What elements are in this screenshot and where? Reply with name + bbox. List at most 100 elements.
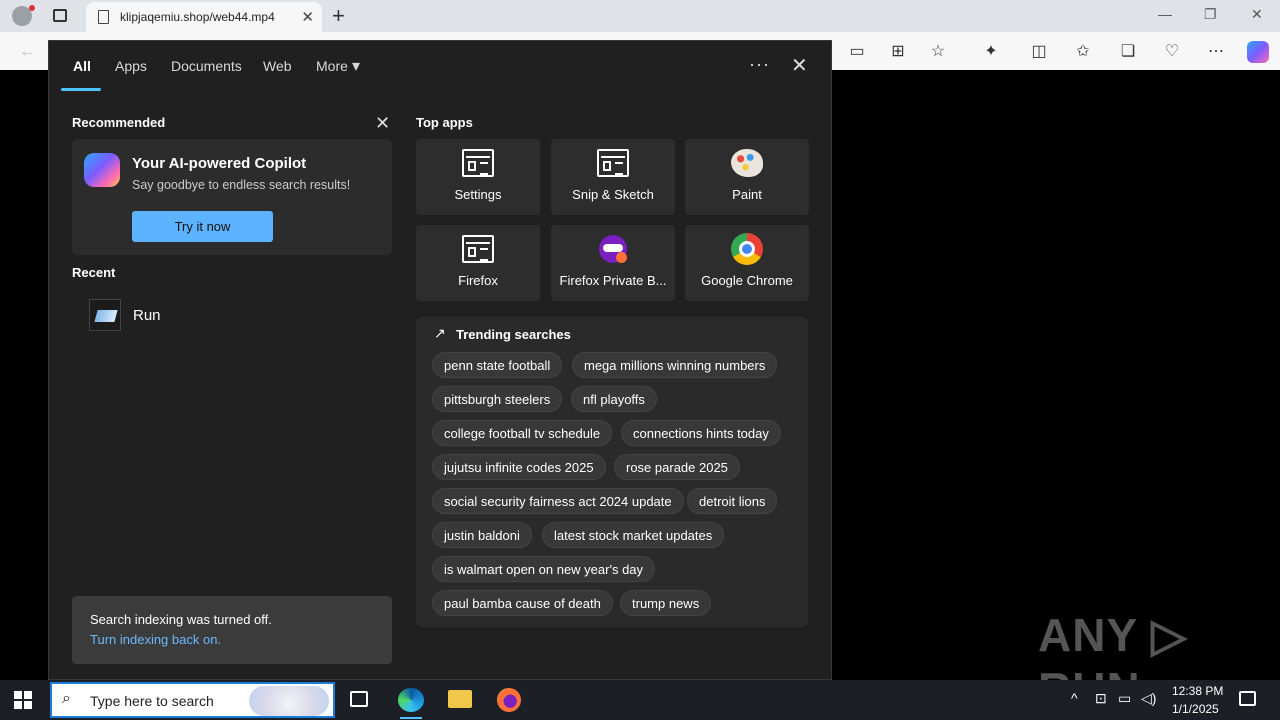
trending-chip[interactable]: pittsburgh steelers	[432, 386, 563, 412]
edge-active-indicator	[400, 717, 422, 719]
paint-palette-icon	[731, 149, 763, 177]
more-options-icon[interactable]: ···	[749, 54, 770, 75]
copilot-card-title: Your AI-powered Copilot	[132, 155, 307, 172]
trending-chip[interactable]: latest stock market updates	[542, 522, 725, 548]
copilot-logo-icon	[84, 153, 120, 187]
recent-item-run[interactable]: Run	[133, 307, 161, 324]
favorites-icon[interactable]: ✩	[1072, 41, 1094, 63]
task-view-icon[interactable]	[350, 691, 368, 707]
snip-sketch-icon	[597, 149, 629, 177]
filter-apps[interactable]: Apps	[115, 58, 147, 74]
restore-icon[interactable]: ❐	[1204, 6, 1217, 23]
tab-close-icon[interactable]: ✕	[301, 8, 314, 26]
trending-chip[interactable]: college football tv schedule	[432, 420, 613, 446]
start-button[interactable]	[14, 691, 32, 709]
clock-time[interactable]: 12:38 PM	[1172, 684, 1223, 698]
trending-chip[interactable]: detroit lions	[687, 488, 778, 514]
app-tile-snip-sketch[interactable]: Snip & Sketch	[551, 139, 675, 215]
search-icon: ⌕	[62, 690, 71, 707]
collections-icon[interactable]: ❏	[1117, 41, 1139, 63]
clock-date[interactable]: 1/1/2025	[1172, 702, 1219, 716]
recent-heading: Recent	[72, 265, 116, 280]
file-explorer-icon[interactable]	[448, 690, 472, 708]
turn-indexing-on-link[interactable]: Turn indexing back on.	[90, 632, 221, 647]
trending-chip[interactable]: paul bamba cause of death	[432, 590, 613, 616]
tab-actions-icon[interactable]	[53, 9, 67, 22]
copilot-icon[interactable]	[1247, 41, 1269, 63]
filter-more[interactable]: More	[316, 58, 348, 74]
chrome-icon	[731, 233, 763, 265]
indexing-message: Search indexing was turned off.	[90, 612, 272, 627]
indexing-notice: Search indexing was turned off. Turn ind…	[72, 596, 392, 664]
trending-chip[interactable]: mega millions winning numbers	[572, 352, 778, 378]
app-label: Firefox	[458, 273, 498, 288]
browser-tab-bar: klipjaqemiu.shop/web44.mp4 ✕ + — ❐ ✕	[0, 0, 1280, 32]
app-label: Settings	[454, 187, 502, 202]
device-icon[interactable]: ⊡	[1095, 690, 1107, 707]
search-highlight-image	[249, 686, 329, 716]
app-label: Paint	[732, 187, 762, 202]
app-tile-google-chrome[interactable]: Google Chrome	[685, 225, 809, 301]
app-tile-paint[interactable]: Paint	[685, 139, 809, 215]
immersive-reader-icon[interactable]: ▭	[846, 41, 868, 63]
back-icon[interactable]: ←	[16, 41, 38, 63]
minimize-icon[interactable]: —	[1158, 6, 1172, 22]
close-icon[interactable]: ✕	[791, 53, 808, 78]
taskbar: ⌕ Type here to search ^ ⊡ ▭ ◁) 12:38 PM …	[0, 680, 1280, 720]
app-label: Google Chrome	[701, 273, 793, 288]
chevron-down-icon[interactable]: ▾	[352, 56, 360, 76]
trending-arrow-icon: ↗	[434, 325, 446, 341]
app-tile-settings[interactable]: Settings	[416, 139, 540, 215]
settings-icon	[462, 149, 494, 177]
show-hidden-icons-icon[interactable]: ^	[1071, 690, 1078, 706]
app-tile-firefox[interactable]: Firefox	[416, 225, 540, 301]
extensions-icon[interactable]: ✦	[980, 41, 1002, 63]
trending-searches-box: ↗ Trending searches penn state football …	[416, 317, 808, 627]
profile-notification-dot-icon	[29, 5, 35, 11]
firefox-private-icon	[599, 235, 627, 263]
app-label: Snip & Sketch	[572, 187, 654, 202]
app-available-icon[interactable]: ⊞	[887, 41, 909, 63]
recommended-heading: Recommended	[72, 115, 166, 130]
app-tile-firefox-private[interactable]: Firefox Private B...	[551, 225, 675, 301]
trending-chip[interactable]: penn state football	[432, 352, 563, 378]
filter-web[interactable]: Web	[263, 58, 292, 74]
edge-icon[interactable]	[398, 688, 424, 712]
trending-chip[interactable]: social security fairness act 2024 update	[432, 488, 684, 514]
trending-chip[interactable]: is walmart open on new year's day	[432, 556, 656, 582]
browser-essentials-icon[interactable]: ♡	[1161, 41, 1183, 63]
settings-more-icon[interactable]: ⋯	[1205, 41, 1227, 63]
browser-tab[interactable]: klipjaqemiu.shop/web44.mp4 ✕	[86, 2, 322, 32]
split-screen-icon[interactable]: ◫	[1028, 41, 1050, 63]
window-close-icon[interactable]: ✕	[1251, 6, 1263, 23]
filter-documents[interactable]: Documents	[171, 58, 242, 74]
app-label: Firefox Private B...	[559, 273, 667, 288]
network-icon[interactable]: ▭	[1118, 690, 1131, 707]
page-icon	[98, 10, 109, 24]
copilot-card-subtitle: Say goodbye to endless search results!	[132, 178, 351, 192]
top-apps-heading: Top apps	[416, 115, 473, 130]
active-filter-indicator	[61, 88, 101, 91]
trending-chip[interactable]: trump news	[620, 590, 712, 616]
filter-all[interactable]: All	[73, 58, 91, 74]
tab-title: klipjaqemiu.shop/web44.mp4	[120, 10, 275, 24]
run-app-icon[interactable]	[89, 299, 121, 331]
trending-chip[interactable]: justin baldoni	[432, 522, 532, 548]
notifications-icon[interactable]	[1239, 691, 1256, 706]
search-input[interactable]: Type here to search	[90, 693, 214, 709]
try-it-now-button[interactable]: Try it now	[132, 211, 273, 242]
firefox-icon	[462, 235, 494, 263]
volume-icon[interactable]: ◁)	[1141, 690, 1156, 707]
search-panel: All Apps Documents Web More ▾ ··· ✕ Reco…	[48, 40, 832, 680]
firefox-taskbar-icon[interactable]	[497, 688, 521, 712]
trending-chip[interactable]: rose parade 2025	[614, 454, 740, 480]
dismiss-recommended-icon[interactable]: ✕	[375, 113, 390, 134]
favorite-star-icon[interactable]: ☆	[927, 41, 949, 63]
trending-chip[interactable]: nfl playoffs	[571, 386, 657, 412]
trending-chip[interactable]: jujutsu infinite codes 2025	[432, 454, 606, 480]
new-tab-button[interactable]: +	[332, 3, 345, 29]
trending-chip[interactable]: connections hints today	[621, 420, 781, 446]
copilot-card: Your AI-powered Copilot Say goodbye to e…	[72, 139, 392, 255]
trending-heading: Trending searches	[456, 327, 571, 342]
taskbar-search-box[interactable]: ⌕ Type here to search	[50, 682, 335, 718]
